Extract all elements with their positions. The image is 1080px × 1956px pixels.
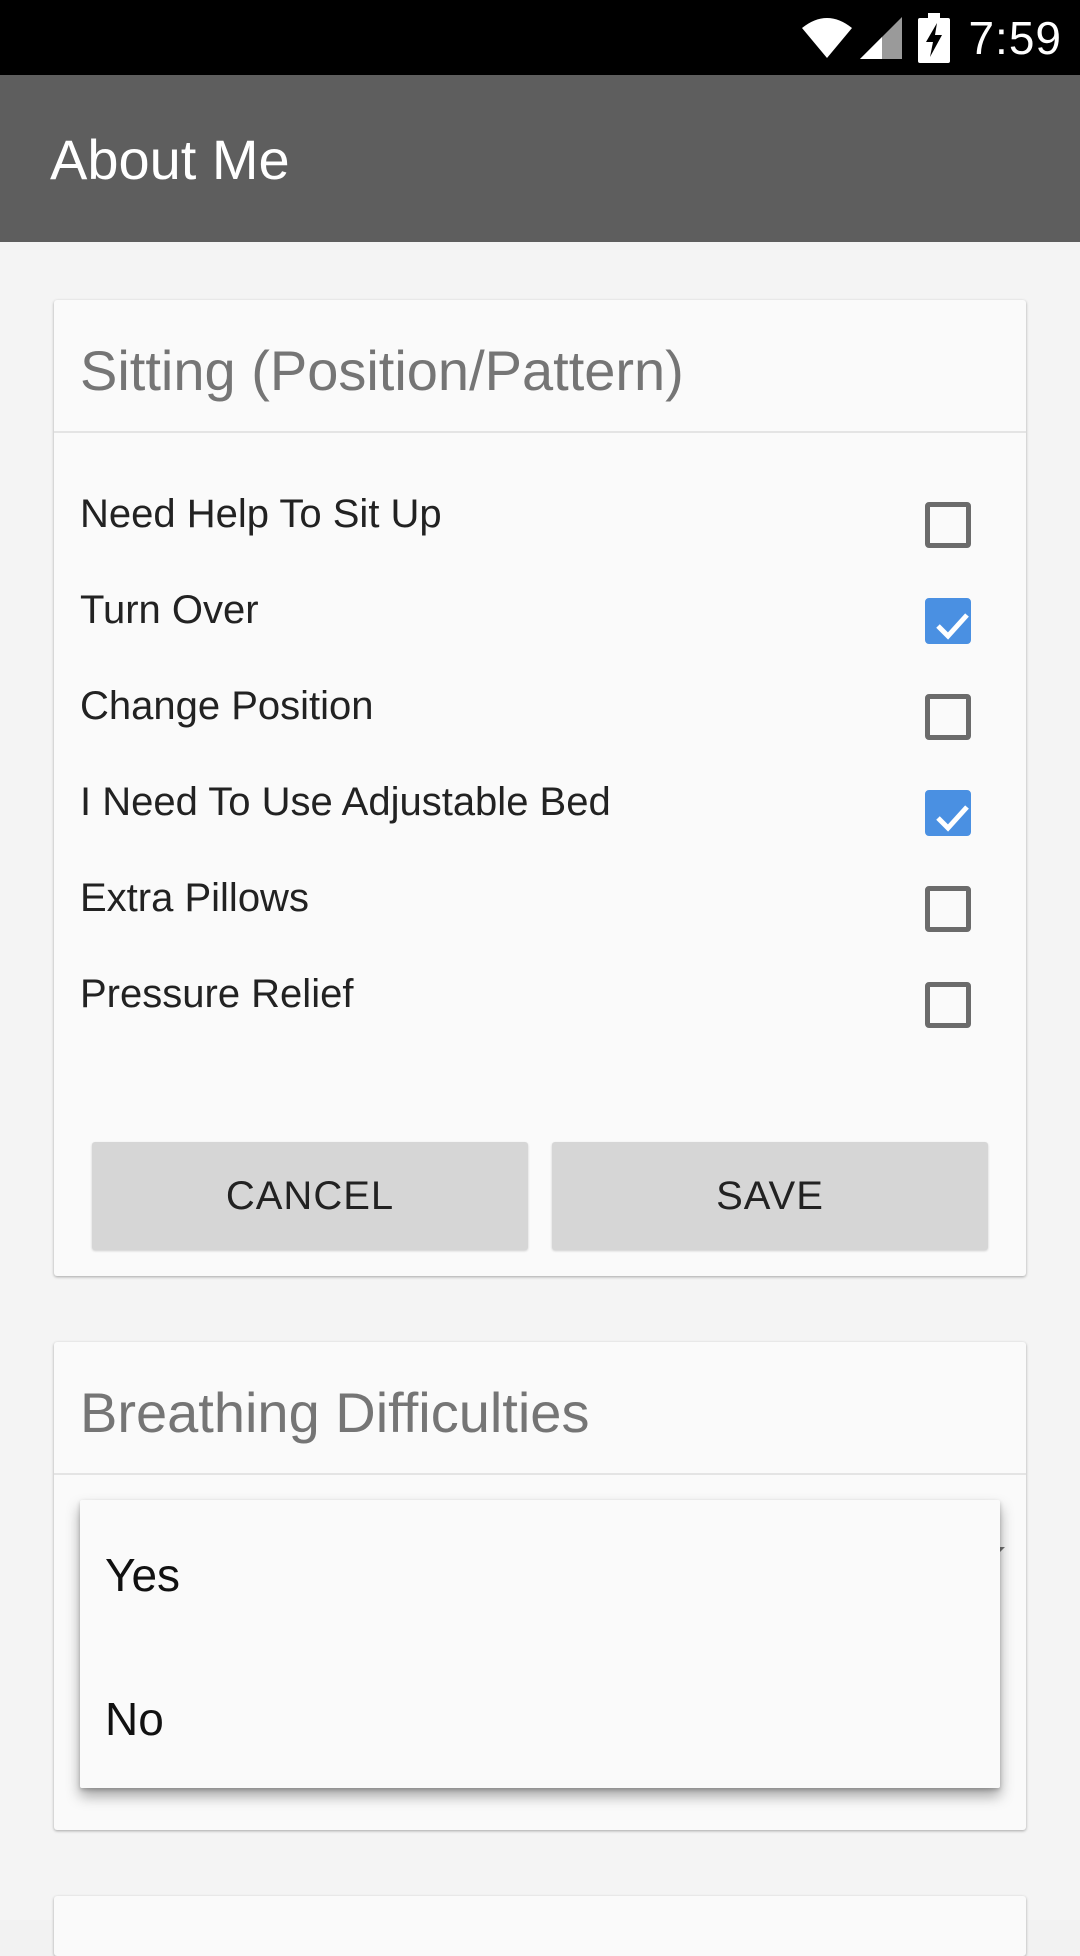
app-bar: About Me — [0, 75, 1080, 242]
save-button[interactable]: SAVE — [552, 1142, 988, 1250]
option-label: Pressure Relief — [80, 972, 354, 1016]
battery-charging-icon — [918, 12, 951, 63]
checkbox-extra-pillows[interactable] — [925, 886, 971, 932]
breathing-card-title: Breathing Difficulties — [80, 1381, 590, 1444]
checkbox-pressure-relief[interactable] — [925, 982, 971, 1028]
option-adjustable-bed[interactable]: I Need To Use Adjustable Bed — [54, 772, 1026, 868]
cancel-button[interactable]: CANCEL — [92, 1142, 528, 1250]
sitting-card: Sitting (Position/Pattern) Need Help To … — [54, 300, 1026, 1276]
dropdown-option-label: No — [105, 1693, 164, 1745]
checkbox-adjustable-bed[interactable] — [925, 790, 971, 836]
option-turn-over[interactable]: Turn Over — [54, 580, 1026, 676]
option-label: Extra Pillows — [80, 876, 309, 920]
option-change-position[interactable]: Change Position — [54, 676, 1026, 772]
status-icons: 7:59 — [800, 10, 1062, 65]
dropdown-option-label: Yes — [105, 1549, 181, 1601]
wifi-icon — [800, 16, 854, 60]
dropdown-option-yes[interactable]: Yes — [80, 1500, 1000, 1644]
card-divider — [54, 1473, 1026, 1475]
option-label: Turn Over — [80, 588, 259, 632]
status-time: 7:59 — [968, 11, 1062, 64]
cell-signal-icon — [858, 15, 904, 61]
option-label: Need Help To Sit Up — [80, 492, 442, 536]
option-extra-pillows[interactable]: Extra Pillows — [54, 868, 1026, 964]
next-card — [54, 1896, 1026, 1956]
checkmark-icon — [936, 805, 969, 832]
option-need-help-to-sit-up[interactable]: Need Help To Sit Up — [54, 484, 1026, 580]
dropdown-popup: Yes No — [80, 1500, 1000, 1788]
dropdown-option-no[interactable]: No — [80, 1644, 1000, 1788]
checkmark-icon — [936, 613, 969, 640]
option-pressure-relief[interactable]: Pressure Relief — [54, 964, 1026, 1060]
checkbox-need-help-to-sit-up[interactable] — [925, 502, 971, 548]
sitting-card-title: Sitting (Position/Pattern) — [80, 339, 684, 402]
app-title: About Me — [50, 128, 290, 191]
option-label: I Need To Use Adjustable Bed — [80, 780, 611, 824]
checkbox-change-position[interactable] — [925, 694, 971, 740]
card-divider — [54, 431, 1026, 433]
checkbox-turn-over[interactable] — [925, 598, 971, 644]
option-label: Change Position — [80, 684, 374, 728]
status-bar: 7:59 — [0, 0, 1080, 75]
